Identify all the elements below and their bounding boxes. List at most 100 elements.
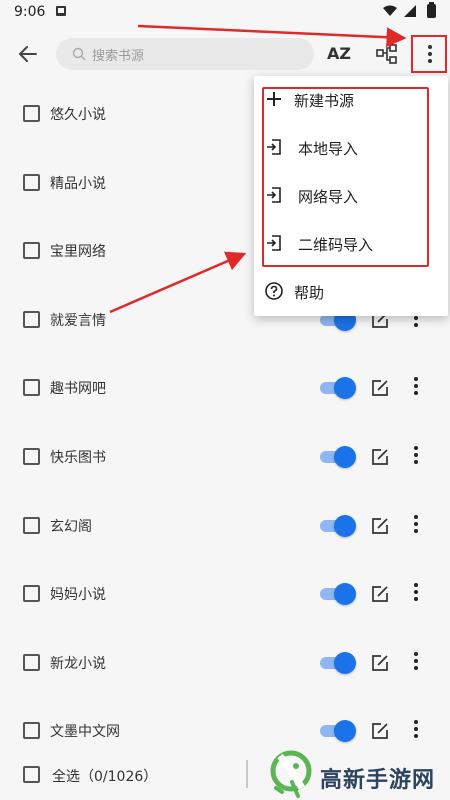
group-icon <box>376 44 397 64</box>
more-vert-icon <box>428 45 432 63</box>
wifi-icon <box>382 5 397 16</box>
source-name: 文墨中文网 <box>50 724 120 741</box>
edit-icon <box>372 586 388 603</box>
bottom-divider <box>246 760 248 788</box>
watermark-text: 高新手游网 <box>320 768 436 793</box>
group-button[interactable] <box>370 37 404 71</box>
more-vert-icon <box>410 514 422 533</box>
source-enable-toggle[interactable] <box>320 583 356 606</box>
source-checkbox[interactable] <box>23 379 40 397</box>
source-more-button[interactable] <box>410 720 422 742</box>
menu-label-help: 帮助 <box>294 284 325 302</box>
source-name: 新龙小说 <box>50 655 106 672</box>
source-name: 妈妈小说 <box>50 587 106 604</box>
help-circle-icon <box>265 282 283 300</box>
edit-icon <box>372 517 388 534</box>
source-row[interactable]: 玄幻阁 <box>0 492 450 560</box>
source-name: 悠久小说 <box>50 107 106 123</box>
source-name: 趣书网吧 <box>50 381 106 398</box>
edit-icon <box>372 449 388 465</box>
source-name: 玄幻阁 <box>50 518 92 535</box>
source-checkbox[interactable] <box>23 448 40 465</box>
search-input[interactable]: 搜索书源 <box>56 38 314 70</box>
source-checkbox[interactable] <box>23 242 40 260</box>
source-checkbox[interactable] <box>23 585 40 603</box>
overflow-menu: 新建书源 本地导入 网络导入 二维码导入 帮助 <box>254 76 448 316</box>
status-icons <box>382 2 436 20</box>
source-enable-toggle[interactable] <box>320 377 356 400</box>
edit-source-button[interactable] <box>370 447 390 467</box>
edit-source-button[interactable] <box>370 378 390 398</box>
source-more-button[interactable] <box>410 514 422 537</box>
import-icon <box>267 187 281 203</box>
menu-item-qr-import[interactable]: 二维码导入 <box>254 224 448 264</box>
source-more-button[interactable] <box>410 651 422 674</box>
source-row[interactable]: 新龙小说 <box>0 629 450 697</box>
source-checkbox[interactable] <box>23 516 40 534</box>
select-all-label: 全选（0/1026） <box>52 769 158 785</box>
menu-item-network-import[interactable]: 网络导入 <box>254 176 448 216</box>
source-checkbox[interactable] <box>23 722 40 740</box>
source-enable-toggle[interactable] <box>320 446 356 468</box>
more-vert-icon <box>410 720 422 739</box>
toggle-thumb <box>334 514 356 537</box>
status-bar: 9:06 <box>0 0 450 26</box>
more-vert-icon <box>410 377 422 396</box>
menu-label-new-source: 新建书源 <box>294 92 355 110</box>
source-enable-toggle[interactable] <box>320 651 356 674</box>
source-row[interactable]: 趣书网吧 <box>0 354 450 422</box>
source-name: 快乐图书 <box>50 450 106 466</box>
edit-icon <box>372 380 388 397</box>
edit-source-button[interactable] <box>370 721 390 741</box>
menu-item-new-source[interactable]: 新建书源 <box>254 80 448 120</box>
toggle-thumb <box>334 377 356 400</box>
source-name: 就爱言情 <box>50 312 106 329</box>
status-time: 9:06 <box>14 4 46 20</box>
more-vert-icon <box>410 583 422 602</box>
source-enable-toggle[interactable] <box>320 514 356 537</box>
search-icon <box>72 47 86 61</box>
source-checkbox[interactable] <box>23 105 40 122</box>
menu-item-help[interactable]: 帮助 <box>254 272 448 312</box>
source-row[interactable]: 妈妈小说 <box>0 560 450 628</box>
menu-item-local-import[interactable]: 本地导入 <box>254 128 448 168</box>
back-button[interactable] <box>12 38 44 70</box>
import-icon <box>267 139 281 155</box>
notification-icon <box>56 6 66 16</box>
source-checkbox[interactable] <box>23 173 40 191</box>
source-name: 宝里网络 <box>50 244 106 261</box>
menu-label-local-import: 本地导入 <box>298 140 359 158</box>
menu-label-network-import: 网络导入 <box>298 188 359 206</box>
toggle-thumb <box>334 720 356 743</box>
source-checkbox[interactable] <box>23 310 40 328</box>
more-vert-icon <box>410 446 422 464</box>
arrow-back-icon <box>19 46 37 62</box>
source-more-button[interactable] <box>410 446 422 468</box>
edit-source-button[interactable] <box>370 584 390 604</box>
watermark-logo-icon <box>270 750 312 798</box>
more-vert-icon <box>410 651 422 670</box>
menu-label-qr-import: 二维码导入 <box>298 236 374 254</box>
edit-source-button[interactable] <box>370 516 390 536</box>
signal-icon <box>403 5 416 17</box>
more-options-button[interactable] <box>411 35 447 73</box>
source-name: 精品小说 <box>50 175 106 192</box>
edit-source-button[interactable] <box>370 653 390 673</box>
source-more-button[interactable] <box>410 583 422 605</box>
sort-az-label: AZ <box>327 44 351 63</box>
toggle-thumb <box>334 446 356 468</box>
select-all-checkbox[interactable] <box>23 766 40 783</box>
source-row[interactable]: 快乐图书 <box>0 423 450 491</box>
toggle-thumb <box>334 651 356 674</box>
source-checkbox[interactable] <box>23 653 40 671</box>
toolbar: 搜索书源 AZ <box>0 26 450 82</box>
edit-icon <box>372 723 388 740</box>
search-placeholder: 搜索书源 <box>92 49 145 64</box>
source-enable-toggle[interactable] <box>320 720 356 743</box>
toggle-thumb <box>334 583 356 606</box>
battery-icon <box>427 2 436 18</box>
source-more-button[interactable] <box>410 377 422 399</box>
sort-az-button[interactable]: AZ <box>322 37 356 71</box>
import-icon <box>267 235 281 251</box>
edit-icon <box>372 654 388 671</box>
